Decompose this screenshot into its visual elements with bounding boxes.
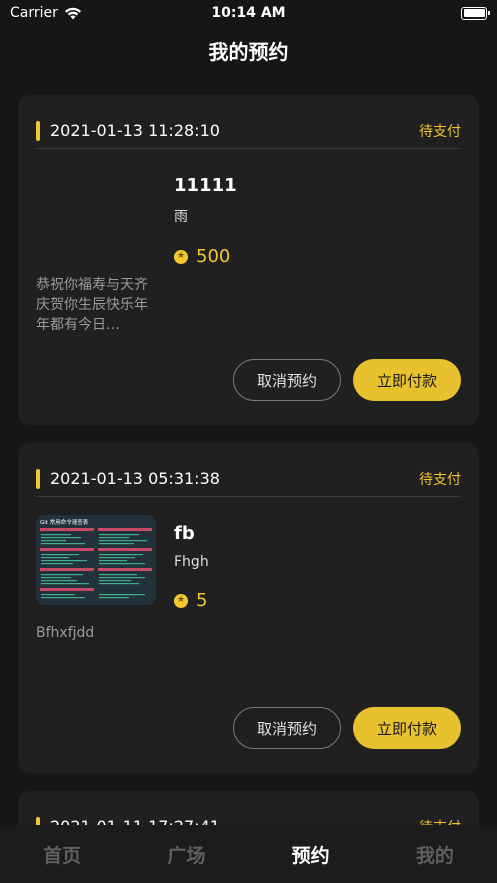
order-subtitle: Fhgh (174, 554, 209, 570)
cancel-booking-button[interactable]: 取消预约 (233, 359, 341, 401)
order-price: ★ 5 (174, 590, 209, 611)
tab-plaza[interactable]: 广场 (146, 841, 226, 868)
battery-icon (461, 6, 490, 20)
order-date: 2021-01-13 05:31:38 (50, 469, 220, 488)
order-header: 2021-01-13 05:31:38 待支付 (36, 461, 461, 497)
order-thumbnail[interactable]: Git 常用命令速查表 (36, 515, 156, 605)
tab-mine[interactable]: 我的 (395, 841, 475, 868)
thumbnail-title: Git 常用命令速查表 (40, 518, 89, 526)
order-price: ★ 500 (174, 246, 237, 267)
coin-icon: ★ (174, 249, 188, 264)
tab-bookings[interactable]: 预约 (271, 841, 351, 869)
order-name: fb (174, 523, 195, 544)
status-bar: Carrier 10:14 AM (0, 0, 497, 26)
price-value: 500 (196, 246, 231, 267)
pay-now-button[interactable]: 立即付款 (353, 359, 461, 401)
tab-bar: 首页 广场 预约 我的 (0, 825, 497, 883)
order-status: 待支付 (419, 471, 461, 488)
cancel-booking-button[interactable]: 取消预约 (233, 707, 341, 749)
order-subtitle: 雨 (174, 209, 188, 225)
page-title: 我的预约 (208, 40, 289, 64)
order-description: Bfhxfjdd (36, 625, 95, 641)
order-info: 11111 雨 ★ 500 (174, 175, 237, 267)
order-header: 2021-01-13 11:28:10 待支付 (36, 113, 461, 149)
cheatsheet-image: Git 常用命令速查表 (36, 515, 156, 605)
coin-icon: ★ (174, 593, 188, 608)
status-time: 10:14 AM (211, 5, 286, 21)
order-date: 2021-01-13 11:28:10 (50, 121, 220, 140)
price-value: 5 (196, 590, 208, 611)
order-status: 待支付 (419, 123, 461, 140)
accent-bar (36, 468, 40, 489)
order-card: 2021-01-13 05:31:38 待支付 Git 常用命令速查表 fb F… (18, 443, 479, 773)
order-description: 恭祝你福寿与天齐庆贺你生辰快乐年年都有今日… (36, 277, 148, 333)
accent-bar (36, 120, 40, 141)
order-card: 2021-01-13 11:28:10 待支付 11111 雨 ★ 500 恭祝… (18, 95, 479, 425)
order-info: fb Fhgh ★ 5 (174, 523, 209, 611)
order-name: 11111 (174, 175, 237, 196)
pay-now-button[interactable]: 立即付款 (353, 707, 461, 749)
tab-home[interactable]: 首页 (22, 841, 102, 868)
